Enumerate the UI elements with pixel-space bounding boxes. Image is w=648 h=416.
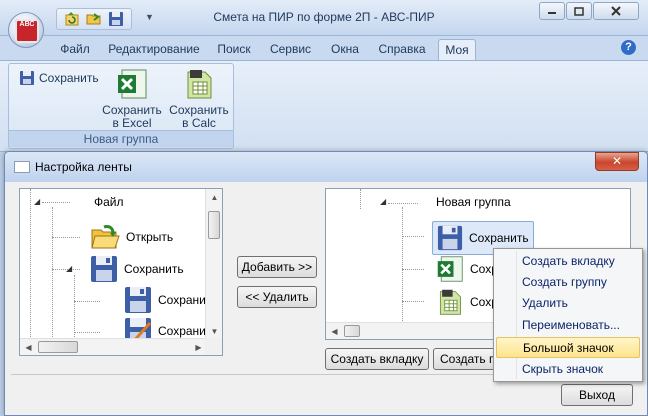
left-tree-hscrollbar[interactable]: ◀ ▶ bbox=[20, 338, 207, 355]
close-icon: ✕ bbox=[611, 154, 623, 168]
ribbon-group: Сохранить Сохранить в Excel Сохранить в Ca… bbox=[8, 63, 234, 149]
dialog-titlebar: Настройка ленты ✕ bbox=[5, 152, 647, 182]
create-group-button[interactable]: Создать группу bbox=[433, 348, 497, 370]
tree-item-label: Сохранить bbox=[469, 231, 529, 245]
save-calc-label: Сохранить в Calc bbox=[169, 103, 229, 130]
context-menu: Создать вкладку Создать группу Удалить П… bbox=[493, 248, 643, 382]
save-icon bbox=[125, 287, 151, 313]
excel-icon bbox=[437, 256, 463, 282]
save-excel-label: Сохранить в Excel bbox=[102, 103, 162, 130]
dialog-close-button[interactable]: ✕ bbox=[595, 152, 639, 171]
tab-file[interactable]: Файл bbox=[54, 39, 96, 60]
tree-item-save-sub-1[interactable]: Сохрани bbox=[124, 286, 206, 314]
menu-item-create-tab[interactable]: Создать вкладку bbox=[496, 251, 640, 272]
app-logo: АВС bbox=[15, 19, 39, 43]
minimize-button[interactable] bbox=[539, 2, 565, 20]
menu-item-create-group[interactable]: Создать группу bbox=[496, 272, 640, 293]
calc-icon bbox=[439, 289, 461, 315]
tab-windows[interactable]: Окна bbox=[324, 39, 366, 60]
available-commands-tree[interactable]: ◢ Файл Открыть ◢ Сохранить Сохрани Сохра… bbox=[19, 188, 223, 356]
ribbon-group-label: Новая группа bbox=[9, 130, 233, 147]
dialog-title: Настройка ленты bbox=[35, 160, 132, 174]
collapse-triangle-icon[interactable]: ◢ bbox=[380, 197, 386, 206]
collapse-triangle-icon[interactable]: ◢ bbox=[34, 197, 40, 206]
save-icon bbox=[91, 256, 117, 282]
tab-service[interactable]: Сервис bbox=[263, 39, 318, 60]
ribbon-save-label: Сохранить bbox=[39, 71, 99, 85]
scroll-thumb[interactable] bbox=[344, 325, 360, 337]
help-icon[interactable]: ? bbox=[621, 40, 636, 55]
excel-icon bbox=[116, 68, 148, 100]
remove-button[interactable]: << Удалить bbox=[237, 286, 317, 308]
scroll-thumb[interactable] bbox=[38, 341, 78, 353]
ribbon-tab-strip: Файл Редактирование Поиск Сервис Окна Сп… bbox=[0, 36, 648, 60]
app-logo-text: АВС bbox=[19, 21, 35, 28]
create-tab-button[interactable]: Создать вкладку bbox=[325, 348, 429, 370]
tab-search[interactable]: Поиск bbox=[210, 39, 258, 60]
menu-item-delete[interactable]: Удалить bbox=[496, 293, 640, 314]
tree-item-label: Сохрани bbox=[158, 324, 206, 338]
save-excel-button[interactable]: Сохранить в Excel bbox=[101, 68, 163, 130]
menu-item-hide-icon[interactable]: Скрыть значок bbox=[496, 359, 640, 380]
scroll-up-icon[interactable]: ▲ bbox=[206, 189, 222, 206]
calc-icon bbox=[183, 68, 215, 100]
close-icon bbox=[611, 6, 621, 16]
minimize-icon bbox=[548, 12, 556, 14]
open-folder-icon bbox=[91, 225, 120, 249]
save-calc-button[interactable]: Сохранить в Calc bbox=[167, 68, 231, 130]
restore-icon bbox=[574, 7, 584, 16]
tree-item-label: Сохранить bbox=[124, 262, 184, 276]
scroll-left-icon[interactable]: ◀ bbox=[326, 323, 343, 339]
tab-help[interactable]: Справка bbox=[370, 39, 434, 60]
save-icon bbox=[20, 71, 34, 85]
left-tree-vscrollbar[interactable]: ▲ ▼ bbox=[205, 189, 222, 340]
tab-edit[interactable]: Редактирование bbox=[103, 39, 205, 60]
tree-item-save[interactable]: Сохранить bbox=[90, 255, 184, 283]
tree-item-new-group[interactable]: Новая группа bbox=[436, 195, 511, 209]
tree-item-file[interactable]: Файл bbox=[94, 195, 124, 209]
window-icon bbox=[14, 161, 30, 173]
tree-item-save-excel[interactable]: Сохр bbox=[436, 255, 498, 283]
tree-item-save-calc[interactable]: Сохр bbox=[436, 287, 498, 317]
save-icon bbox=[437, 225, 463, 251]
app-menu-button[interactable]: АВС bbox=[8, 12, 44, 48]
scroll-left-icon[interactable]: ◀ bbox=[20, 339, 37, 355]
maximize-button[interactable] bbox=[566, 2, 592, 20]
collapse-triangle-icon[interactable]: ◢ bbox=[66, 264, 72, 273]
tree-item-label: Сохрани bbox=[158, 293, 206, 307]
tab-my[interactable]: Моя bbox=[438, 39, 476, 60]
ribbon-panel: Сохранить Сохранить в Excel Сохранить в Ca… bbox=[0, 60, 648, 152]
tree-item-label: Открыть bbox=[126, 230, 174, 244]
ribbon-save-button[interactable]: Сохранить bbox=[19, 70, 99, 86]
tree-item-open[interactable]: Открыть bbox=[90, 223, 173, 251]
menu-item-large-icon[interactable]: Большой значок bbox=[496, 337, 640, 358]
menu-item-rename[interactable]: Переименовать... bbox=[496, 315, 640, 336]
tree-item-label: Файл bbox=[94, 195, 124, 209]
tree-item-label: Новая группа bbox=[436, 195, 511, 209]
app-titlebar: ▼ Смета на ПИР по форме 2П - АВС-ПИР bbox=[0, 0, 648, 36]
scroll-thumb[interactable] bbox=[208, 211, 220, 239]
add-button[interactable]: Добавить >> bbox=[237, 256, 317, 278]
exit-button[interactable]: Выход bbox=[561, 384, 633, 406]
close-window-button[interactable] bbox=[593, 2, 639, 20]
